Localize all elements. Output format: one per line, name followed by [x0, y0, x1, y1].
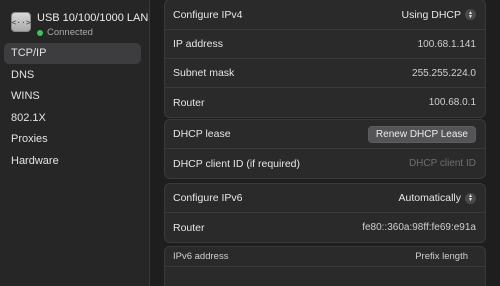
- ip-address-label: IP address: [173, 38, 224, 50]
- main-panel: Configure IPv4 Using DHCP ▲ ▼ IP address …: [150, 0, 500, 286]
- subnet-mask-value: 255.255.224.0: [412, 67, 476, 79]
- chevron-updown-icon: ▲ ▼: [465, 192, 476, 204]
- dhcp-lease-label: DHCP lease: [173, 128, 231, 140]
- ipv4-router-row: Router 100.68.0.1: [165, 88, 485, 117]
- dhcp-group: DHCP lease Renew DHCP Lease DHCP client …: [164, 119, 486, 179]
- status-dot-icon: [37, 29, 43, 36]
- sidebar-item-hardware[interactable]: Hardware: [4, 151, 141, 172]
- ipv6-router-label: Router: [173, 221, 205, 234]
- sidebar-item-proxies[interactable]: Proxies: [4, 129, 141, 150]
- configure-ipv4-row: Configure IPv4 Using DHCP ▲ ▼: [165, 0, 485, 30]
- connection-status: Connected: [37, 26, 148, 39]
- configure-ipv6-select[interactable]: Automatically ▲ ▼: [399, 192, 476, 204]
- ipv4-router-value: 100.68.0.1: [428, 97, 476, 108]
- configure-ipv6-label: Configure IPv6: [173, 192, 243, 204]
- column-ipv6-address[interactable]: IPv6 address: [173, 247, 228, 266]
- chevron-updown-icon: ▲ ▼: [465, 9, 476, 20]
- dhcp-client-id-row: DHCP client ID (if required) DHCP client…: [165, 149, 485, 178]
- device-name: USB 10/100/1000 LAN: [37, 12, 149, 24]
- sidebar-item-8021x[interactable]: 802.1X: [4, 108, 141, 129]
- sidebar-nav: TCP/IP DNS WINS 802.1X Proxies Hardware: [4, 43, 141, 173]
- dhcp-lease-row: DHCP lease Renew DHCP Lease: [165, 120, 485, 149]
- status-label: Connected: [47, 27, 93, 38]
- configure-ipv4-value: Using DHCP: [401, 8, 461, 21]
- ip-address-value: 100.68.1.141: [417, 38, 476, 50]
- renew-dhcp-lease-button[interactable]: Renew DHCP Lease: [367, 125, 476, 143]
- ipv4-group: Configure IPv4 Using DHCP ▲ ▼ IP address …: [164, 0, 486, 118]
- ipv6-address-table: IPv6 address Prefix length: [164, 246, 486, 286]
- configure-ipv4-select[interactable]: Using DHCP ▲ ▼: [401, 9, 476, 21]
- subnet-mask-row: Subnet mask 255.255.224.0: [165, 59, 485, 88]
- sidebar-item-wins[interactable]: WINS: [4, 86, 141, 107]
- ipv6-router-row: Router fe80::360a:98ff:fe69:e91a: [165, 213, 485, 242]
- ipv6-router-value: fe80::360a:98ff:fe69:e91a: [362, 222, 476, 233]
- sidebar-item-dns[interactable]: DNS: [4, 65, 141, 86]
- sidebar: <··> USB 10/100/1000 LAN Connected TCP/I…: [0, 0, 150, 286]
- table-header-row: IPv6 address Prefix length: [165, 247, 485, 267]
- configure-ipv6-value: Automatically: [398, 192, 461, 204]
- ip-address-row: IP address 100.68.1.141: [165, 30, 485, 59]
- ipv6-group: Configure IPv6 Automatically ▲ ▼ Router f…: [164, 183, 486, 243]
- ipv4-router-label: Router: [173, 96, 205, 109]
- dhcp-client-id-field[interactable]: DHCP client ID: [409, 158, 476, 169]
- dhcp-client-id-label: DHCP client ID (if required): [173, 157, 301, 170]
- configure-ipv6-row: Configure IPv6 Automatically ▲ ▼: [165, 184, 485, 213]
- device-header: <··> USB 10/100/1000 LAN Connected: [11, 12, 148, 39]
- sidebar-item-tcpip[interactable]: TCP/IP: [4, 43, 141, 64]
- column-prefix-length[interactable]: Prefix length: [415, 247, 468, 266]
- subnet-mask-label: Subnet mask: [173, 67, 235, 79]
- configure-ipv4-label: Configure IPv4: [173, 8, 243, 21]
- ethernet-icon: <··>: [11, 12, 31, 32]
